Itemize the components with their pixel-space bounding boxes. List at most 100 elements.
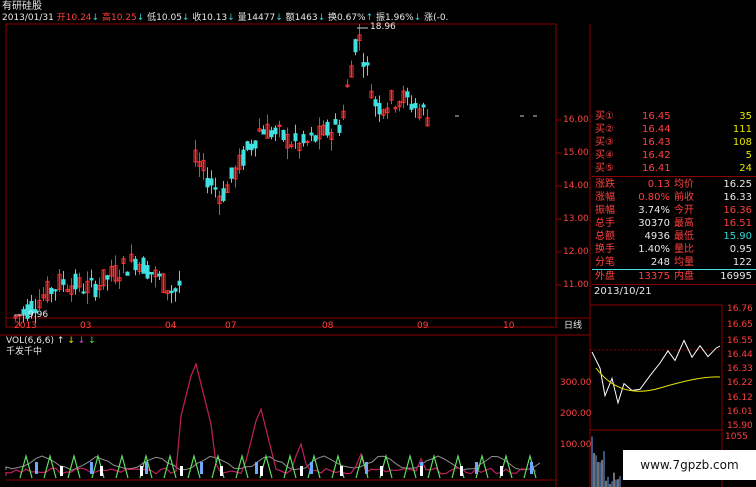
quote-label: 总手: [595, 218, 615, 229]
bid-label: 买④: [595, 150, 614, 161]
quote-label: 换手: [595, 244, 615, 255]
quote-label: 外盘: [595, 271, 615, 282]
watermark: www.7gpzb.com: [623, 450, 756, 480]
candle-body: [353, 39, 358, 53]
quote-label: 涨幅: [595, 192, 615, 203]
intraday-tick: 16.76: [727, 304, 753, 314]
candle-body: [245, 141, 250, 150]
price-tick: 13.00: [563, 214, 589, 224]
candle-body: [413, 102, 418, 109]
candle-body: [53, 289, 58, 292]
candle-body: [405, 91, 410, 98]
bid-label: 买②: [595, 124, 614, 135]
candle-body: [409, 103, 414, 110]
candle-body: [21, 309, 26, 315]
quote-value: 16995: [720, 271, 752, 282]
bid-qty: 5: [745, 150, 752, 161]
candle-body: [313, 135, 318, 142]
candle-body: [49, 288, 54, 295]
quote-label: 均价: [674, 179, 694, 190]
quote-label: 振幅: [595, 205, 615, 216]
candle-body: [125, 271, 130, 276]
candle-body: [145, 265, 150, 279]
bid-price: 16.41: [642, 163, 671, 174]
intraday-tick: 16.33: [727, 364, 753, 374]
quote-label: 最低: [674, 231, 694, 242]
order-book-row: 买② 16.44 111: [592, 123, 754, 136]
quote-label: 涨跌: [595, 179, 615, 190]
price-tick: 11.00: [563, 280, 589, 290]
quote-label: 量比: [674, 244, 694, 255]
intraday-tick: 16.55: [727, 336, 753, 346]
date-tick: 03: [80, 321, 92, 331]
quote-value: 1.40%: [638, 244, 670, 255]
candle-body: [365, 62, 370, 66]
quote-row: 振幅 3.74% 今开 16.36: [592, 204, 754, 217]
quote-value: 0.95: [729, 244, 752, 255]
candle-body: [61, 279, 66, 285]
candle-body: [337, 124, 342, 133]
candle-body: [361, 62, 366, 67]
quote-value: 30370: [638, 218, 670, 229]
quote-label: 最高: [674, 218, 694, 229]
vol-header: VOL(6,6,6) ↑ ↓ ↓ ↓: [6, 336, 96, 347]
candle-body: [141, 257, 146, 274]
candle-body: [325, 121, 330, 136]
candle-body: [421, 104, 426, 108]
quote-value: 0.80%: [638, 192, 670, 203]
candle-body: [373, 99, 378, 107]
bid-label: 买①: [595, 111, 614, 122]
quote-row: 总手 30370 最高 16.51: [592, 217, 754, 230]
quote-label: 均量: [674, 257, 694, 268]
candle-body: [205, 177, 210, 188]
candle-body: [133, 258, 138, 271]
date-tick: 04: [165, 321, 177, 331]
candle-body: [177, 280, 182, 286]
candle-body: [249, 143, 254, 151]
low-mark: 9.96: [28, 310, 49, 320]
intraday-tick: 16.12: [727, 393, 753, 403]
quote-value: 16.33: [723, 192, 752, 203]
bid-label: 买⑤: [595, 163, 614, 174]
date-tick: 07: [225, 321, 237, 331]
quote-label: 内盘: [674, 271, 694, 282]
intraday-tick: 15.90: [727, 421, 753, 431]
quote-value: 0.13: [647, 179, 670, 190]
order-book-row: 买① 16.45 35: [592, 110, 754, 123]
quote-row: 换手 1.40% 量比 0.95: [592, 243, 754, 256]
candlesticks: [13, 23, 537, 327]
period-label[interactable]: 日线: [564, 321, 582, 332]
quote-value: 16.51: [723, 218, 752, 229]
quote-row: 涨幅 0.80% 前收 16.33: [592, 191, 754, 204]
date-tick: 10: [503, 321, 515, 331]
date-tick: 09: [417, 321, 429, 331]
candle-body: [293, 133, 298, 142]
candle-body: [273, 127, 278, 135]
vol-indicator-name: VOL(6,6,6): [6, 336, 55, 346]
candle-body: [301, 134, 306, 144]
quote-value: 15.90: [723, 231, 752, 242]
arrow-up-icon: ↑: [56, 336, 65, 346]
candle-body: [93, 283, 98, 298]
price-tick: 12.00: [563, 247, 589, 257]
candle-body: [241, 149, 246, 166]
quote-value: 3.74%: [638, 205, 670, 216]
price-tick: 14.00: [563, 181, 589, 191]
indicator-label: 千发千中: [6, 347, 43, 357]
price-tick: 16.00: [563, 115, 589, 125]
candle-body: [261, 129, 266, 135]
quote-value: 248: [650, 257, 670, 268]
candle-body: [333, 119, 338, 125]
candle-body: [281, 129, 286, 141]
quote-value: 16.25: [723, 179, 752, 190]
arrow-down-icon: ↓: [67, 336, 75, 346]
quote-label: 分笔: [595, 257, 615, 268]
arrow-down-icon: ↓: [88, 336, 96, 346]
candle-body: [269, 130, 274, 138]
indicator-lines: [5, 362, 541, 479]
arrow-down-icon: ↓: [77, 336, 86, 346]
quote-row: 外盘 13375 内盘 16995: [592, 270, 754, 283]
candle-body: [173, 288, 178, 292]
quote-label: 总额: [595, 231, 615, 242]
vol-tick: 300.00: [560, 378, 592, 388]
